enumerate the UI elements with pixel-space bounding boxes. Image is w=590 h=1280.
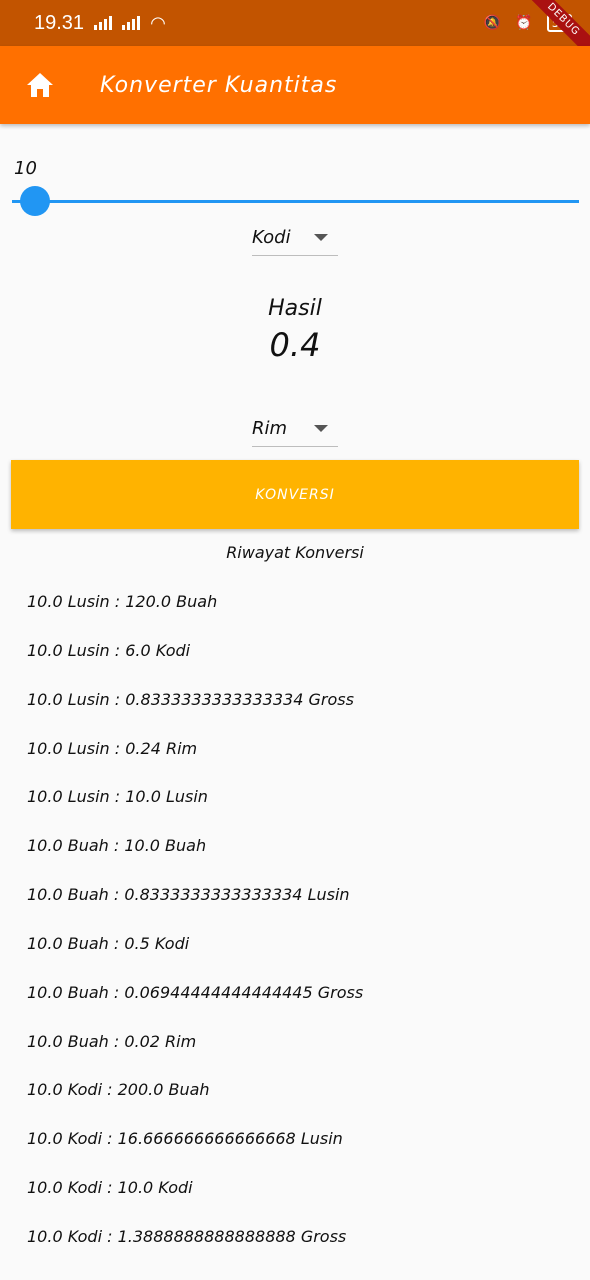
home-icon bbox=[27, 73, 53, 97]
convert-button[interactable]: KONVERSI bbox=[11, 460, 579, 529]
result-label: Hasil bbox=[268, 296, 322, 321]
quantity-slider[interactable] bbox=[12, 186, 579, 216]
list-item: 10.0 Lusin : 6.0 Kodi bbox=[27, 640, 191, 660]
list-item: 10.0 Kodi : 16.666666666666668 Lusin bbox=[27, 1129, 343, 1149]
chevron-down-icon bbox=[314, 425, 328, 432]
to-unit-dropdown[interactable]: Rim bbox=[252, 411, 338, 447]
chevron-down-icon bbox=[314, 234, 328, 241]
list-item: 10.0 Kodi : 200.0 Buah bbox=[27, 1080, 210, 1100]
signal-icon bbox=[94, 16, 113, 30]
list-item: 10.0 Buah : 0.8333333333333334 Lusin bbox=[27, 885, 350, 905]
mute-icon: 🔕 bbox=[483, 15, 502, 31]
list-item: 10.0 Lusin : 0.8333333333333334 Gross bbox=[27, 689, 354, 709]
list-item: 10.0 Buah : 0.5 Kodi bbox=[27, 933, 190, 953]
from-unit-dropdown[interactable]: Kodi bbox=[252, 220, 338, 256]
status-time: 19.31 bbox=[34, 11, 85, 34]
alarm-icon: ⏰ bbox=[515, 15, 533, 31]
app-bar: Konverter Kuantitas bbox=[0, 46, 590, 124]
wifi-icon: ◠ bbox=[150, 12, 166, 33]
app-title: Konverter Kuantitas bbox=[100, 72, 338, 98]
history-title: Riwayat Konversi bbox=[226, 543, 364, 562]
slider-track bbox=[12, 200, 579, 203]
list-item: 10.0 Lusin : 0.24 Rim bbox=[27, 738, 198, 758]
list-item: 10.0 Buah : 10.0 Buah bbox=[27, 836, 207, 856]
list-item: 10.0 Buah : 0.02 Rim bbox=[27, 1031, 197, 1051]
list-item: 10.0 Buah : 0.06944444444444445 Gross bbox=[27, 982, 364, 1002]
result-value: 0.4 bbox=[269, 326, 321, 364]
from-unit-value: Kodi bbox=[252, 227, 291, 248]
list-item: 10.0 Kodi : 1.3888888888888888 Gross bbox=[27, 1226, 347, 1246]
status-bar: 19.31 ◠ 🔕 ⏰ 50 DEBUG bbox=[0, 0, 590, 65]
slider-value-label: 10 bbox=[14, 158, 37, 179]
list-item: 10.0 Kodi : 10.0 Kodi bbox=[27, 1178, 193, 1198]
slider-thumb[interactable] bbox=[20, 186, 50, 216]
history-list: 10.0 Lusin : 120.0 Buah 10.0 Lusin : 6.0… bbox=[27, 592, 363, 1276]
status-left: 19.31 ◠ bbox=[34, 12, 166, 35]
signal-icon-2 bbox=[122, 16, 141, 30]
to-unit-value: Rim bbox=[252, 418, 288, 439]
home-button[interactable] bbox=[20, 65, 60, 105]
list-item: 10.0 Lusin : 10.0 Lusin bbox=[27, 787, 208, 807]
list-item: 10.0 Lusin : 120.0 Buah bbox=[27, 592, 218, 611]
